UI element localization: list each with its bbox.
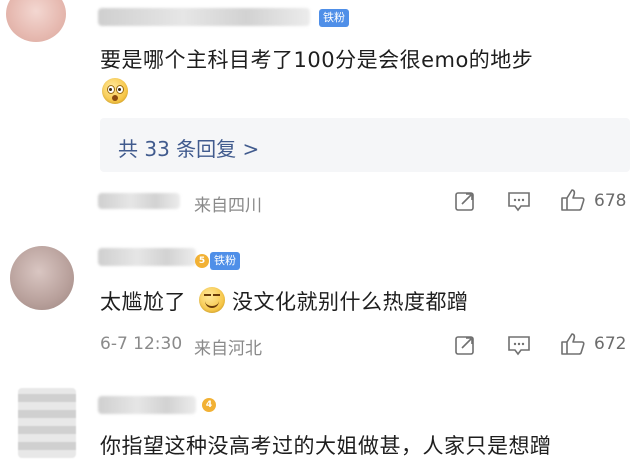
- comment-text: 你指望这种没高考过的大姐做甚，人家只是想蹭: [100, 434, 552, 458]
- share-icon[interactable]: [454, 334, 476, 356]
- awkward-emoji-icon: [199, 287, 225, 313]
- location-label: 来自河北: [194, 339, 262, 359]
- level-badge: 5: [195, 254, 209, 268]
- comment-text-part1: 太尴尬了: [100, 290, 186, 314]
- username-blurred[interactable]: [98, 8, 310, 26]
- username-blurred[interactable]: [98, 396, 196, 414]
- comment-text-part2: 没文化就别什么热度都蹭: [232, 290, 469, 314]
- avatar[interactable]: [10, 246, 74, 310]
- like-icon[interactable]: [560, 188, 586, 212]
- comment-icon[interactable]: [507, 334, 531, 356]
- comment-icon[interactable]: [507, 190, 531, 212]
- username-blurred[interactable]: [98, 248, 196, 266]
- share-icon[interactable]: [454, 190, 476, 212]
- avatar[interactable]: [6, 0, 66, 42]
- surprised-emoji-icon: [102, 78, 128, 104]
- like-count: 672: [594, 334, 627, 354]
- location-label: 来自四川: [194, 196, 262, 216]
- like-icon[interactable]: [560, 332, 586, 356]
- like-count: 678: [594, 191, 627, 211]
- timestamp-blurred: [98, 193, 180, 209]
- comment-2: 5 铁粉 太尴尬了 没文化就别什么热度都蹭 6-7 12:30 来自河北 672: [0, 230, 640, 370]
- fan-badge: 铁粉: [319, 9, 349, 27]
- comment-1: 铁粉 要是哪个主科目考了100分是会很emo的地步 共 33 条回复 > 来自四…: [0, 0, 640, 230]
- timestamp: 6-7 12:30: [100, 334, 183, 354]
- comment-3: 4 你指望这种没高考过的大姐做甚，人家只是想蹭: [0, 370, 640, 458]
- avatar[interactable]: [18, 388, 76, 458]
- reply-summary[interactable]: 共 33 条回复 >: [100, 118, 630, 172]
- reply-count-link[interactable]: 共 33 条回复 >: [118, 133, 259, 162]
- comment-text: 要是哪个主科目考了100分是会很emo的地步: [100, 48, 534, 72]
- fan-badge: 铁粉: [210, 252, 240, 270]
- level-badge: 4: [202, 398, 216, 412]
